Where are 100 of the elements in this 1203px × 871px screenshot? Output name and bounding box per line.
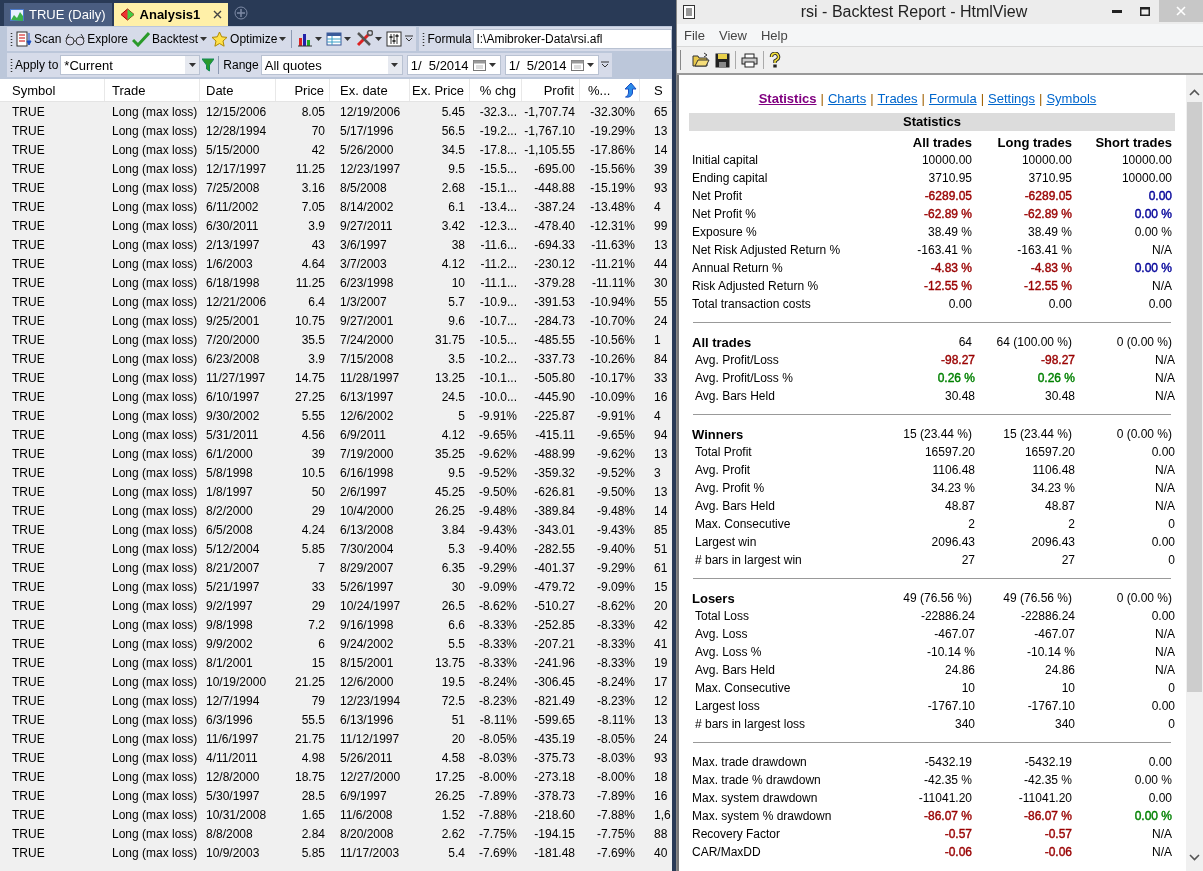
stat-value: 0.00 <box>1151 445 1175 459</box>
column-header[interactable]: S <box>654 82 663 98</box>
stat-value: 27 <box>1061 553 1075 567</box>
scroll-down-icon[interactable] <box>1189 854 1200 861</box>
range-label: Range <box>223 58 259 72</box>
table-cell-text: -15.5... <box>478 160 518 178</box>
table-cell-text: -8.33% <box>477 635 518 653</box>
table-cell-text: TRUE <box>11 730 46 748</box>
overflow-chevron-icon[interactable] <box>600 61 609 69</box>
table-cell-text: 99 <box>653 217 669 235</box>
table-cell-text: 12/6/2000 <box>339 673 395 691</box>
table-cell-text: 55.5 <box>300 711 326 729</box>
open-folder-icon[interactable] <box>692 52 710 68</box>
column-header[interactable]: Ex. Price <box>412 82 464 98</box>
document-icon <box>683 5 695 19</box>
document-tab[interactable]: TRUE (Daily) <box>4 3 112 26</box>
report-link[interactable]: Symbols <box>1046 91 1097 109</box>
report-link[interactable]: Statistics <box>758 91 817 109</box>
menu-item[interactable]: View <box>711 27 754 43</box>
table-cell-text: 12/7/1994 <box>205 692 261 710</box>
table-cell-text: 6/23/1998 <box>339 274 395 292</box>
table-cell-text: Long (max loss) <box>111 635 199 653</box>
from-date-field[interactable]: 1/ 5/2014 <box>406 55 501 75</box>
formula-path-field[interactable]: I:\Amibroker-Data\rsi.afl <box>473 29 672 49</box>
to-date-field[interactable]: 1/ 5/2014 <box>504 55 599 75</box>
table-cell-text: -9.91% <box>477 407 518 425</box>
column-header[interactable]: %... <box>588 82 611 98</box>
report-link[interactable]: Formula <box>928 91 977 109</box>
close-icon[interactable] <box>213 10 223 19</box>
stat-value: 10000.00 <box>921 153 972 167</box>
stat-value: 38.49 % <box>1027 225 1072 239</box>
stat-label: Ending capital <box>691 171 769 185</box>
table-cell-text: 4.12 <box>440 426 466 444</box>
report-link[interactable]: Charts <box>827 91 867 109</box>
optimize-button[interactable]: Optimize <box>210 28 288 50</box>
table-cell-text: 19 <box>653 654 669 672</box>
column-header[interactable]: Profit <box>543 82 574 98</box>
printer-icon[interactable] <box>741 52 758 68</box>
minimize-icon <box>1112 9 1122 13</box>
table-cell-text: 17 <box>653 673 669 691</box>
table-cell-text: -7.89% <box>477 787 518 805</box>
table-cell-text: -375.73 <box>533 749 576 767</box>
scroll-thumb[interactable] <box>1187 102 1202 692</box>
table-cell-text: 79 <box>310 692 326 710</box>
table-cell-text: -9.50% <box>595 483 636 501</box>
menu-item[interactable]: File <box>677 27 712 43</box>
grip-icon <box>422 32 426 46</box>
stat-label: Avg. Profit % <box>694 481 766 495</box>
column-header[interactable]: Price <box>294 82 324 98</box>
diamond-icon <box>119 8 135 21</box>
table-cell-text: 35.5 <box>300 331 326 349</box>
table-cell-text: 51 <box>653 540 669 558</box>
table-cell-text: 93 <box>653 749 669 767</box>
column-header[interactable]: Ex. date <box>340 82 388 98</box>
scroll-up-icon[interactable] <box>1189 89 1200 96</box>
table-cell-text: 41 <box>653 635 669 653</box>
column-header[interactable]: Symbol <box>12 82 56 98</box>
backtest-button[interactable]: Backtest <box>131 28 209 50</box>
table-cell-text: -10.56% <box>589 331 636 349</box>
table-cell-text: 18 <box>653 768 669 786</box>
table-cell-text: 42 <box>653 616 669 634</box>
table-cell-text: -7.75% <box>595 825 636 843</box>
table-cell-text: -8.33% <box>595 635 636 653</box>
scan-button[interactable]: Scan <box>15 28 63 50</box>
table-cell-text: 9/27/2001 <box>339 312 395 330</box>
table-cell-text: Long (max loss) <box>111 521 199 539</box>
table-cell-text: 6/16/1998 <box>339 464 395 482</box>
new-tab-icon[interactable] <box>234 6 249 20</box>
caret-icon <box>391 63 399 67</box>
range-dropdown[interactable]: All quotes <box>260 55 403 75</box>
table-cell-text: -448.88 <box>533 179 576 197</box>
table-cell-text: 26.25 <box>433 787 466 805</box>
report-link[interactable]: Trades <box>877 91 918 109</box>
help-question-icon[interactable] <box>769 52 781 68</box>
menu-item[interactable]: Help <box>753 27 795 43</box>
table-cell-text: 9.6 <box>447 312 466 330</box>
report-link[interactable]: Settings <box>988 91 1036 109</box>
column-header[interactable]: Trade <box>112 82 146 98</box>
stat-value: -4.83 % <box>930 261 972 275</box>
sliders-tool-button[interactable] <box>385 28 404 50</box>
explore-button[interactable]: Explore <box>64 28 130 50</box>
stat-value: -1767.10 <box>927 699 975 713</box>
stat-value: 340 <box>1054 717 1075 731</box>
table-cell-text: -9.40% <box>595 540 636 558</box>
scrollbar[interactable] <box>1186 75 1203 871</box>
table-cell-text: Long (max loss) <box>111 445 199 463</box>
apply-to-dropdown[interactable]: *Current <box>60 55 201 75</box>
table-cell-text: Long (max loss) <box>111 616 199 634</box>
stat-label: Avg. Bars Held <box>694 499 776 513</box>
document-tab[interactable]: Analysis1 <box>113 3 229 26</box>
stat-value: -0.57 <box>944 827 972 841</box>
column-header[interactable]: % chg <box>479 82 516 98</box>
table-cell-text: 4.64 <box>300 255 326 273</box>
table-cell-text: 8/1/2001 <box>205 654 254 672</box>
overflow-chevron-icon[interactable] <box>405 35 414 43</box>
table-cell-text: 8/21/2007 <box>205 559 261 577</box>
table-cell-text: 5.7 <box>447 293 466 311</box>
table-cell-text: -8.33% <box>477 654 518 672</box>
stat-value: 1106.48 <box>1032 463 1075 477</box>
column-header[interactable]: Date <box>206 82 234 98</box>
